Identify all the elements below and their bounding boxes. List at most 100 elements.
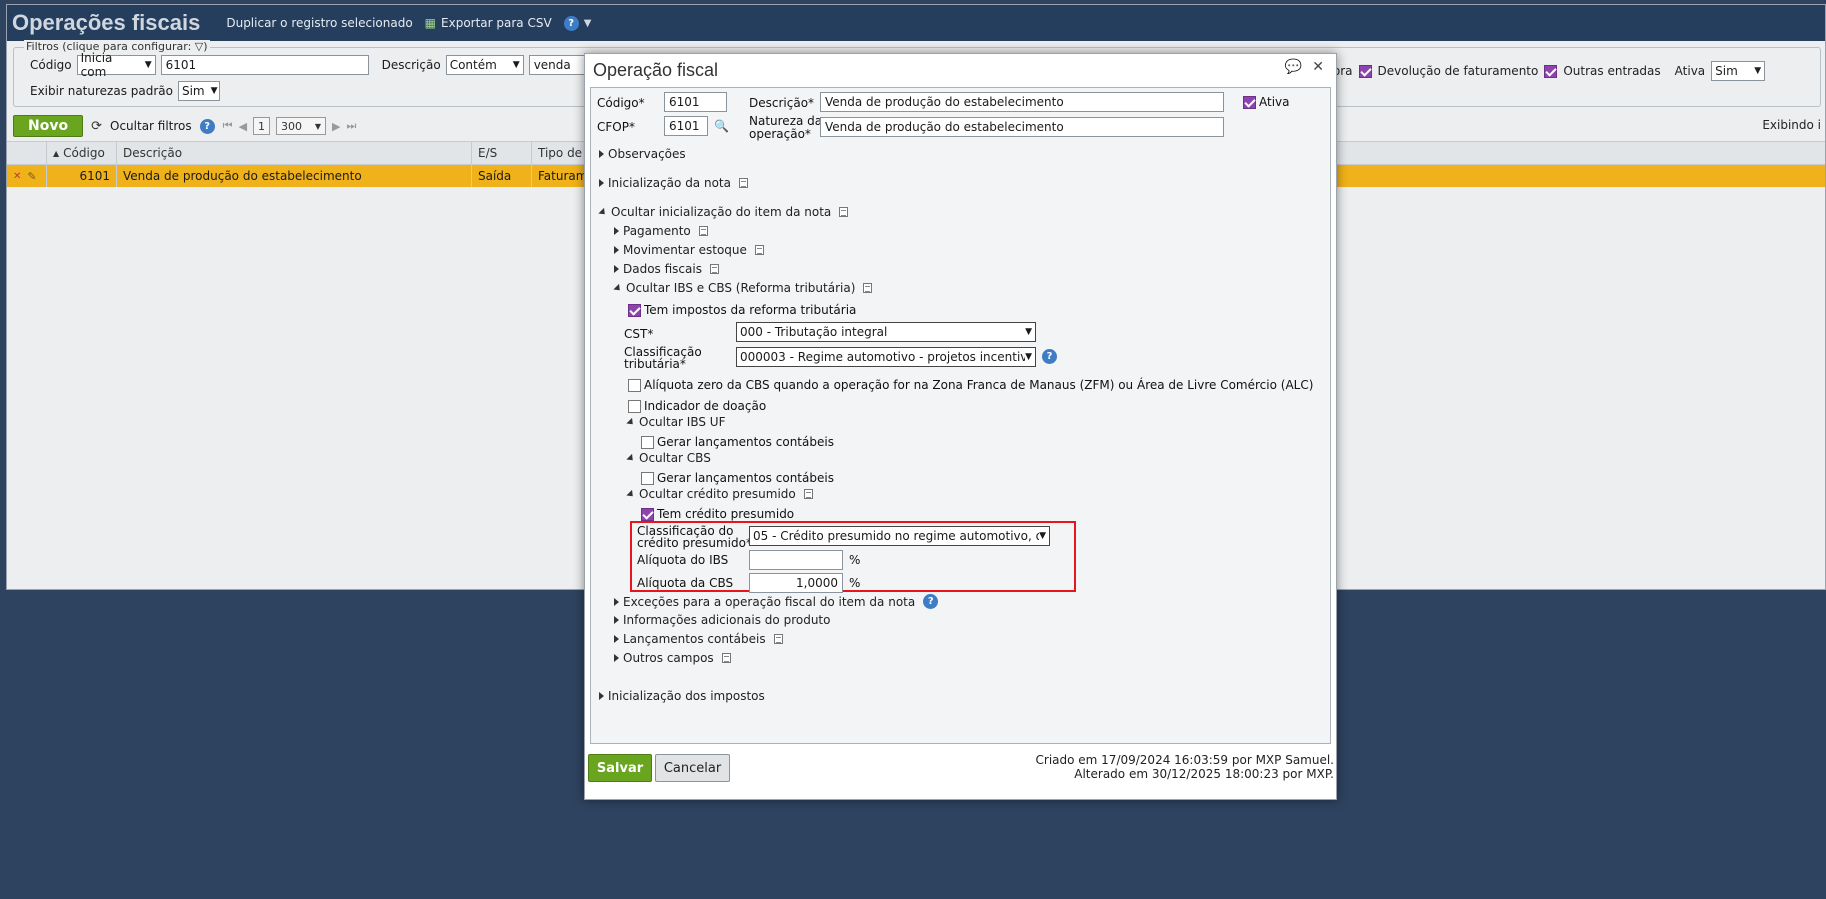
page-size-select[interactable]: 300 ▼ [276, 117, 327, 135]
ocultar-credito-label: Ocultar crédito presumido [639, 487, 796, 501]
ocultar-cbs-section[interactable]: Ocultar CBS [626, 451, 711, 465]
document-icon[interactable] [863, 283, 873, 293]
codigo-operator-select[interactable]: Inicia com ▼ [76, 51, 156, 79]
descricao-header[interactable]: Descrição [117, 142, 472, 164]
ocultar-ibs-uf-section[interactable]: Ocultar IBS UF [626, 415, 725, 429]
ativa-field: Ativa [1243, 95, 1290, 109]
document-icon[interactable] [738, 178, 748, 188]
movimentar-section[interactable]: Movimentar estoque [614, 243, 764, 257]
document-icon[interactable] [698, 226, 708, 236]
next-page-icon[interactable]: ▶ [332, 120, 340, 133]
lancamentos-section[interactable]: Lançamentos contábeis [614, 632, 783, 646]
chevron-down-icon: ▼ [512, 60, 520, 70]
pagamento-section[interactable]: Pagamento [614, 224, 708, 238]
help-icon[interactable]: ? [1042, 349, 1057, 364]
chevron-down-icon: ▼ [314, 121, 322, 131]
edit-icon[interactable]: ✎ [27, 170, 36, 183]
ativa-filter-select[interactable]: Sim ▼ [1711, 61, 1766, 81]
actions-header [7, 142, 47, 164]
ocultar-item-label: Ocultar inicialização do item da nota [611, 205, 832, 219]
document-icon[interactable] [773, 634, 783, 644]
class-trib-label-2: tributária* [624, 357, 686, 371]
natureza-input[interactable]: Venda de produção do estabelecimento [820, 117, 1224, 137]
aliquota-zero-checkbox[interactable] [628, 378, 641, 392]
exibir-value: Sim [181, 84, 205, 98]
codigo-filter-input[interactable]: 6101 [160, 55, 369, 75]
movimentar-label: Movimentar estoque [623, 243, 747, 257]
descricao-operator-select[interactable]: Contém ▼ [445, 55, 524, 75]
help-icon[interactable]: ? [923, 594, 939, 609]
collapse-icon [626, 489, 636, 499]
observacoes-section[interactable]: Observações [599, 147, 686, 161]
document-icon[interactable] [709, 264, 719, 274]
first-page-icon[interactable]: ⏮ [223, 119, 233, 133]
aliq-ibs-input[interactable] [749, 550, 843, 570]
exibir-select[interactable]: Sim ▼ [177, 81, 220, 101]
excecoes-section[interactable]: Exceções para a operação fiscal do item … [614, 594, 939, 609]
gerar-lanc-ibs-label: Gerar lançamentos contábeis [657, 435, 834, 449]
save-button[interactable]: Salvar [588, 754, 652, 782]
expand-icon [599, 179, 604, 187]
dados-fiscais-label: Dados fiscais [623, 262, 702, 276]
inicializacao-nota-section[interactable]: Inicialização da nota [599, 176, 748, 190]
new-button[interactable]: Novo [13, 115, 84, 137]
page-number-input[interactable]: 1 [253, 117, 271, 135]
export-csv-link[interactable]: ▦ Exportar para CSV [425, 16, 552, 30]
outras-entradas-checkbox[interactable] [1544, 64, 1558, 78]
inicializacao-impostos-section[interactable]: Inicialização dos impostos [599, 689, 765, 703]
outros-campos-section[interactable]: Outros campos [614, 651, 731, 665]
observacoes-label: Observações [608, 147, 686, 161]
row-actions: ✕ ✎ [7, 165, 47, 187]
duplicate-link[interactable]: Duplicar o registro selecionado [226, 16, 412, 30]
indicador-doacao-checkbox[interactable] [628, 399, 641, 413]
ocultar-ibs-cbs-section[interactable]: Ocultar IBS e CBS (Reforma tributária) [613, 281, 873, 295]
filters-row-1: Código Inicia com ▼ 6101 Descrição Contém… [30, 51, 609, 79]
document-icon[interactable] [803, 489, 813, 499]
es-header[interactable]: E/S [472, 142, 532, 164]
gerar-lanc-ibs-checkbox[interactable] [641, 435, 654, 449]
ativa-checkbox[interactable] [1243, 95, 1256, 109]
prev-page-icon[interactable]: ◀ [239, 120, 247, 133]
tem-credito-checkbox[interactable] [641, 507, 654, 521]
gerar-lanc-cbs-checkbox[interactable] [641, 471, 654, 485]
cst-select[interactable]: 000 - Tributação integral ▼ [736, 322, 1036, 342]
expand-icon [614, 597, 619, 606]
delete-icon[interactable]: ✕ [13, 171, 21, 182]
cancel-button[interactable]: Cancelar [655, 754, 730, 782]
class-cred-select[interactable]: 05 - Crédito presumido no regime automot… [749, 526, 1050, 546]
info-adicionais-label: Informações adicionais do produto [623, 613, 831, 627]
dados-fiscais-section[interactable]: Dados fiscais [614, 262, 719, 276]
class-cred-label-2: crédito presumido* [637, 536, 752, 550]
comment-icon[interactable]: 💬 [1285, 59, 1302, 75]
document-icon[interactable] [721, 653, 731, 663]
class-trib-select[interactable]: 000003 - Regime automotivo - projetos in… [736, 347, 1036, 367]
refresh-icon[interactable]: ⟳ [91, 119, 102, 134]
tem-impostos-checkbox[interactable] [628, 303, 641, 317]
ocultar-item-section[interactable]: Ocultar inicialização do item da nota [598, 205, 849, 219]
cfop-input[interactable]: 6101 [664, 116, 708, 136]
last-page-icon[interactable]: ⏭ [347, 119, 357, 133]
aliq-cbs-input[interactable]: 1,0000 [749, 573, 843, 593]
hide-filters-button[interactable]: Ocultar filtros [110, 119, 192, 133]
document-icon[interactable] [754, 245, 764, 255]
chevron-down-icon: ▼ [1754, 66, 1762, 76]
help-menu[interactable]: ? ▼ [563, 15, 591, 31]
class-trib-value: 000003 - Regime automotivo - projetos in… [740, 350, 1025, 364]
outros-campos-label: Outros campos [623, 651, 714, 665]
codigo-header[interactable]: ▲ Código [47, 142, 117, 164]
ocultar-ibs-cbs-label: Ocultar IBS e CBS (Reforma tributária) [626, 281, 856, 295]
codigo-header-label: Código [63, 146, 105, 160]
aliq-ibs-label: Alíquota do IBS [637, 553, 729, 567]
help-icon[interactable]: ? [199, 118, 215, 134]
info-adicionais-section[interactable]: Informações adicionais do produto [614, 613, 830, 627]
document-icon[interactable] [839, 207, 849, 217]
descricao-input[interactable]: Venda de produção do estabelecimento [820, 92, 1224, 112]
row-codigo: 6101 [47, 165, 117, 187]
devolucao-checkbox[interactable] [1358, 64, 1372, 78]
search-icon[interactable]: 🔍 [714, 119, 729, 133]
ocultar-credito-section[interactable]: Ocultar crédito presumido [626, 487, 813, 501]
close-icon[interactable]: ✕ [1312, 59, 1324, 75]
pager: ⏮ ◀ 1 300 ▼ ▶ ⏭ [223, 117, 357, 135]
duplicate-label: Duplicar o registro selecionado [226, 16, 413, 30]
codigo-input[interactable]: 6101 [664, 92, 727, 112]
